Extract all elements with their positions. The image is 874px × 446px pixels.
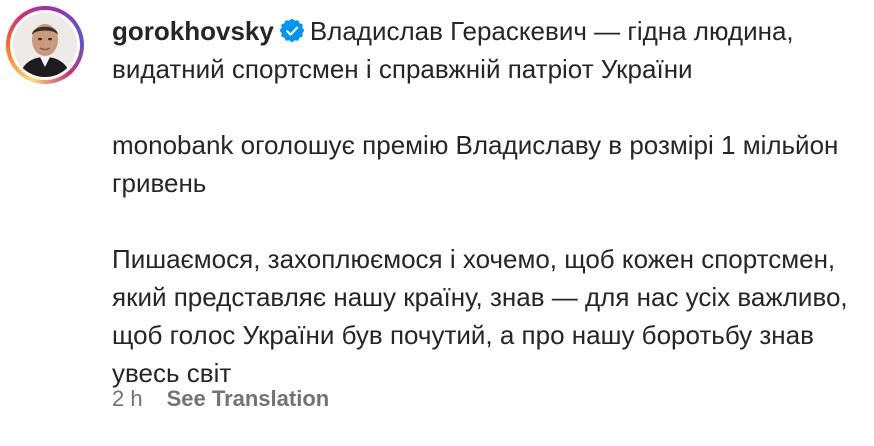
username-link[interactable]: gorokhovsky [112, 16, 274, 46]
avatar[interactable] [13, 13, 77, 77]
post-meta-row: 2 h See Translation [112, 386, 329, 412]
caption-paragraph-2: monobank оголошує премію Владиславу в ро… [112, 130, 839, 198]
post-timestamp[interactable]: 2 h [112, 386, 143, 412]
profile-photo-icon [13, 13, 77, 77]
post-caption: gorokhovsky Владислав Гераскевич — гідна … [112, 12, 862, 392]
avatar-gap [10, 10, 80, 80]
avatar-story-ring[interactable] [6, 6, 84, 84]
see-translation-button[interactable]: See Translation [167, 386, 330, 412]
caption-paragraph-3: Пишаємося, захоплюємося і хочемо, щоб ко… [112, 244, 848, 388]
verified-badge-icon [279, 19, 304, 43]
caption-first-paragraph: gorokhovsky Владислав Гераскевич — гідна … [112, 12, 862, 88]
